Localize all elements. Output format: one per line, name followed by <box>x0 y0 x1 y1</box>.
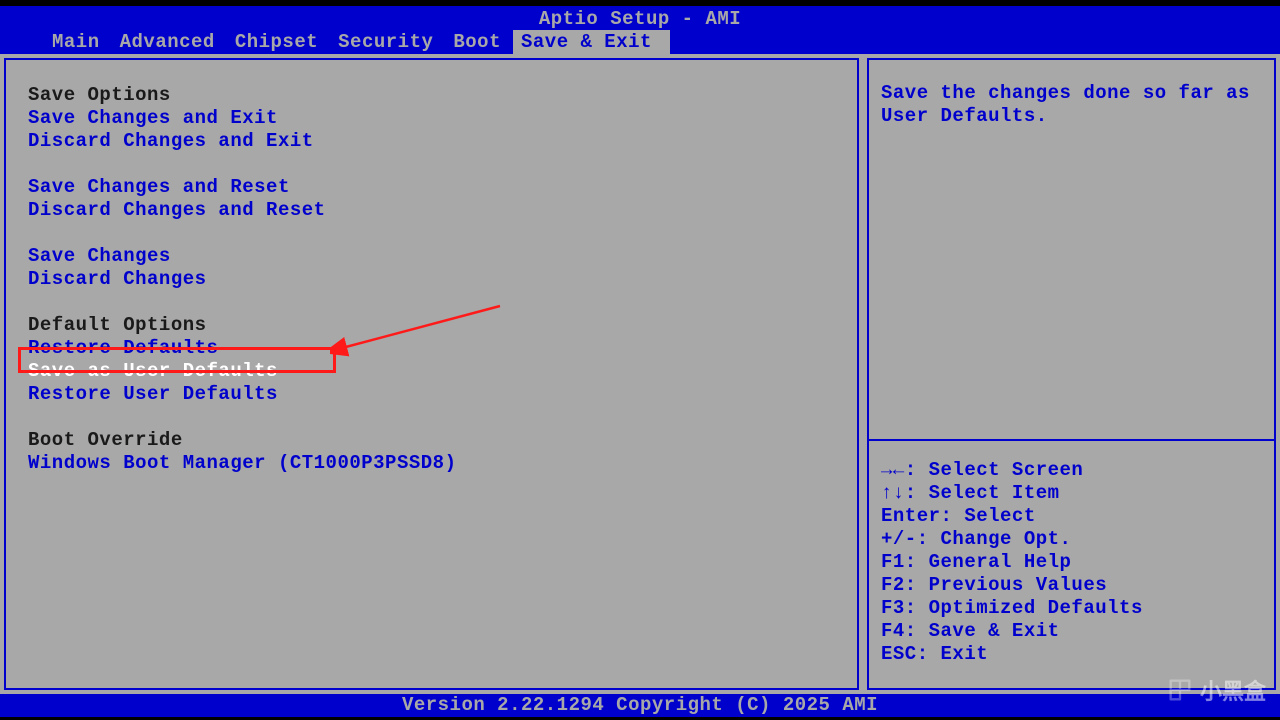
menu-panel: Save Options Save Changes and Exit Disca… <box>4 58 859 690</box>
item-save-changes-exit[interactable]: Save Changes and Exit <box>28 107 835 130</box>
watermark: 小黑盒 <box>1166 674 1266 706</box>
tab-security[interactable]: Security <box>330 30 445 54</box>
footer-bar: Version 2.22.1294 Copyright (C) 2025 AMI <box>0 694 1280 717</box>
item-save-as-user-defaults[interactable]: Save as User Defaults <box>28 360 282 383</box>
item-discard-changes[interactable]: Discard Changes <box>28 268 835 291</box>
bios-title: Aptio Setup - AMI <box>0 6 1280 30</box>
version-text: Version 2.22.1294 Copyright (C) 2025 AMI <box>402 694 878 716</box>
watermark-text: 小黑盒 <box>1200 674 1266 706</box>
item-save-changes-reset[interactable]: Save Changes and Reset <box>28 176 835 199</box>
item-boot-override-windows[interactable]: Windows Boot Manager (CT1000P3PSSD8) <box>28 452 835 475</box>
legend-esc: ESC: Exit <box>881 643 1262 666</box>
tab-chipset[interactable]: Chipset <box>227 30 330 54</box>
item-save-changes[interactable]: Save Changes <box>28 245 835 268</box>
legend-f3: F3: Optimized Defaults <box>881 597 1262 620</box>
header-bar: Aptio Setup - AMI Main Advanced Chipset … <box>0 6 1280 54</box>
legend-enter: Enter: Select <box>881 505 1262 528</box>
legend-change-opt: +/-: Change Opt. <box>881 528 1262 551</box>
legend-f4: F4: Save & Exit <box>881 620 1262 643</box>
group-heading-default-options: Default Options <box>28 314 835 337</box>
group-heading-boot-override: Boot Override <box>28 429 835 452</box>
item-discard-changes-reset[interactable]: Discard Changes and Reset <box>28 199 835 222</box>
legend-f1: F1: General Help <box>881 551 1262 574</box>
item-discard-changes-exit[interactable]: Discard Changes and Exit <box>28 130 835 153</box>
tab-boot[interactable]: Boot <box>445 30 513 54</box>
legend-select-item: ↑↓: Select Item <box>881 482 1262 505</box>
help-text: Save the changes done so far as User Def… <box>869 60 1274 439</box>
tab-strip: Main Advanced Chipset Security Boot Save… <box>0 30 1280 54</box>
item-restore-defaults[interactable]: Restore Defaults <box>28 337 835 360</box>
legend-f2: F2: Previous Values <box>881 574 1262 597</box>
tab-main[interactable]: Main <box>44 30 112 54</box>
tab-advanced[interactable]: Advanced <box>112 30 227 54</box>
key-legend: →←: Select Screen ↑↓: Select Item Enter:… <box>869 441 1274 688</box>
help-panel: Save the changes done so far as User Def… <box>867 58 1276 690</box>
group-heading-save-options: Save Options <box>28 84 835 107</box>
watermark-logo-icon <box>1166 676 1194 704</box>
tab-save-exit[interactable]: Save & Exit <box>513 30 670 54</box>
item-restore-user-defaults[interactable]: Restore User Defaults <box>28 383 835 406</box>
legend-select-screen: →←: Select Screen <box>881 459 1262 482</box>
